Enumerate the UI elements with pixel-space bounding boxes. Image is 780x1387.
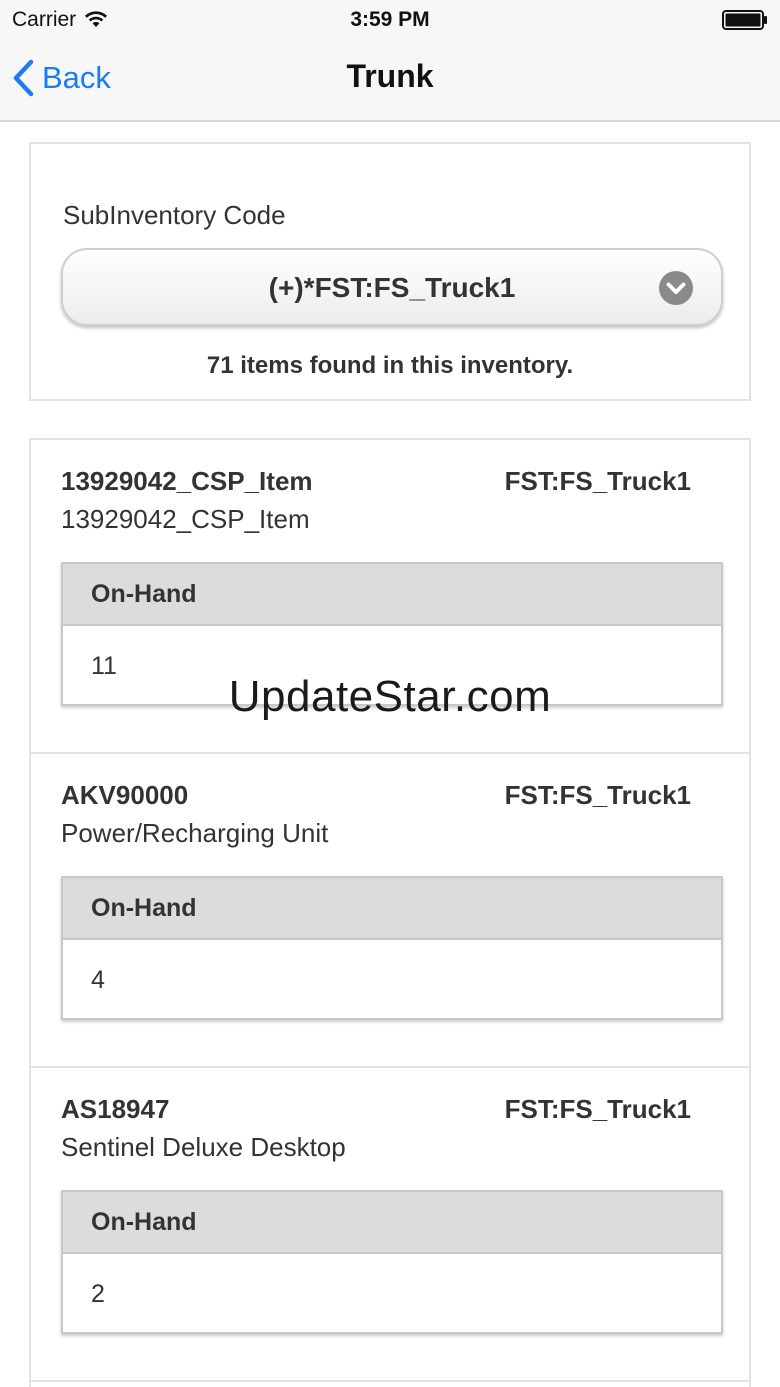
item-location: FST:FS_Truck1 <box>504 466 691 496</box>
item-code: 13929042_CSP_Item <box>61 466 313 496</box>
onhand-value: 2 <box>91 1280 105 1308</box>
onhand-header: On-Hand <box>63 878 721 940</box>
onhand-table: On-Hand 2 <box>61 1190 723 1334</box>
subinventory-select[interactable]: (+)*FST:FS_Truck1 <box>61 248 723 326</box>
onhand-header-label: On-Hand <box>91 580 197 608</box>
list-item[interactable]: AKV90000 FST:FS_Truck1 Power/Recharging … <box>31 754 749 1068</box>
item-description: 13929042_CSP_Item <box>61 504 310 534</box>
watermark: UpdateStar.com <box>228 672 552 721</box>
item-code: AS18947 <box>61 1094 170 1124</box>
subinventory-code-label: SubInventory Code <box>63 200 286 230</box>
status-time: 3:59 PM <box>350 8 430 31</box>
navigation-bar: Back Trunk <box>0 40 780 122</box>
onhand-header: On-Hand <box>63 564 721 626</box>
item-location: FST:FS_Truck1 <box>504 780 691 810</box>
inventory-item-list: 13929042_CSP_Item FST:FS_Truck1 13929042… <box>29 438 751 1387</box>
list-item[interactable]: AS18947 FST:FS_Truck1 Sentinel Deluxe De… <box>31 1068 749 1382</box>
item-description: Power/Recharging Unit <box>61 818 329 848</box>
onhand-table: On-Hand 4 <box>61 876 723 1020</box>
onhand-header: On-Hand <box>63 1192 721 1254</box>
item-code: AKV90000 <box>61 780 189 810</box>
items-found-message: 71 items found in this inventory. <box>206 352 574 379</box>
subinventory-selected-value: (+)*FST:FS_Truck1 <box>268 272 516 303</box>
page-title: Trunk <box>346 58 434 94</box>
item-location: FST:FS_Truck1 <box>504 1094 691 1124</box>
status-bar: Carrier 3:59 PM <box>0 0 780 40</box>
battery-icon <box>722 10 767 30</box>
onhand-header-label: On-Hand <box>91 894 197 922</box>
onhand-value: 4 <box>91 966 105 994</box>
onhand-header-label: On-Hand <box>91 1208 197 1236</box>
chevron-down-icon <box>659 271 693 305</box>
subinventory-panel: SubInventory Code (+)*FST:FS_Truck1 71 i… <box>29 142 751 401</box>
item-description: Sentinel Deluxe Desktop <box>61 1132 346 1162</box>
